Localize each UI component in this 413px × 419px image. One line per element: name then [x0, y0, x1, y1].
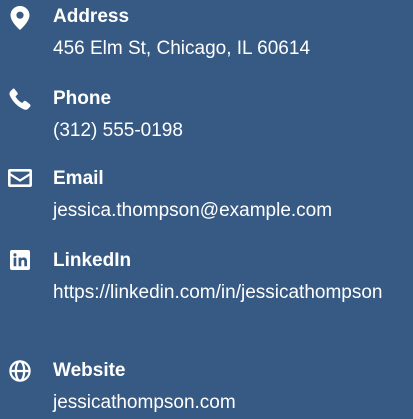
address-value: 456 Elm St, Chicago, IL 60614	[53, 38, 311, 59]
map-marker-icon	[8, 6, 32, 30]
address-label: Address	[53, 6, 130, 27]
website-label: Website	[53, 360, 126, 381]
globe-icon	[8, 359, 32, 383]
email-label: Email	[53, 168, 104, 189]
phone-label: Phone	[53, 88, 112, 109]
envelope-icon	[8, 166, 32, 190]
contact-info-panel: Address 456 Elm St, Chicago, IL 60614 Ph…	[0, 0, 413, 419]
website-link[interactable]: jessicathompson.com	[53, 389, 408, 416]
phone-value: (312) 555-0198	[53, 120, 183, 141]
email-value: jessica.thompson@example.com	[53, 200, 333, 221]
phone-icon	[8, 87, 32, 111]
linkedin-link[interactable]: https://linkedin.com/in/jessicathompson	[53, 279, 408, 306]
linkedin-label: LinkedIn	[53, 250, 132, 271]
linkedin-icon	[8, 248, 32, 272]
